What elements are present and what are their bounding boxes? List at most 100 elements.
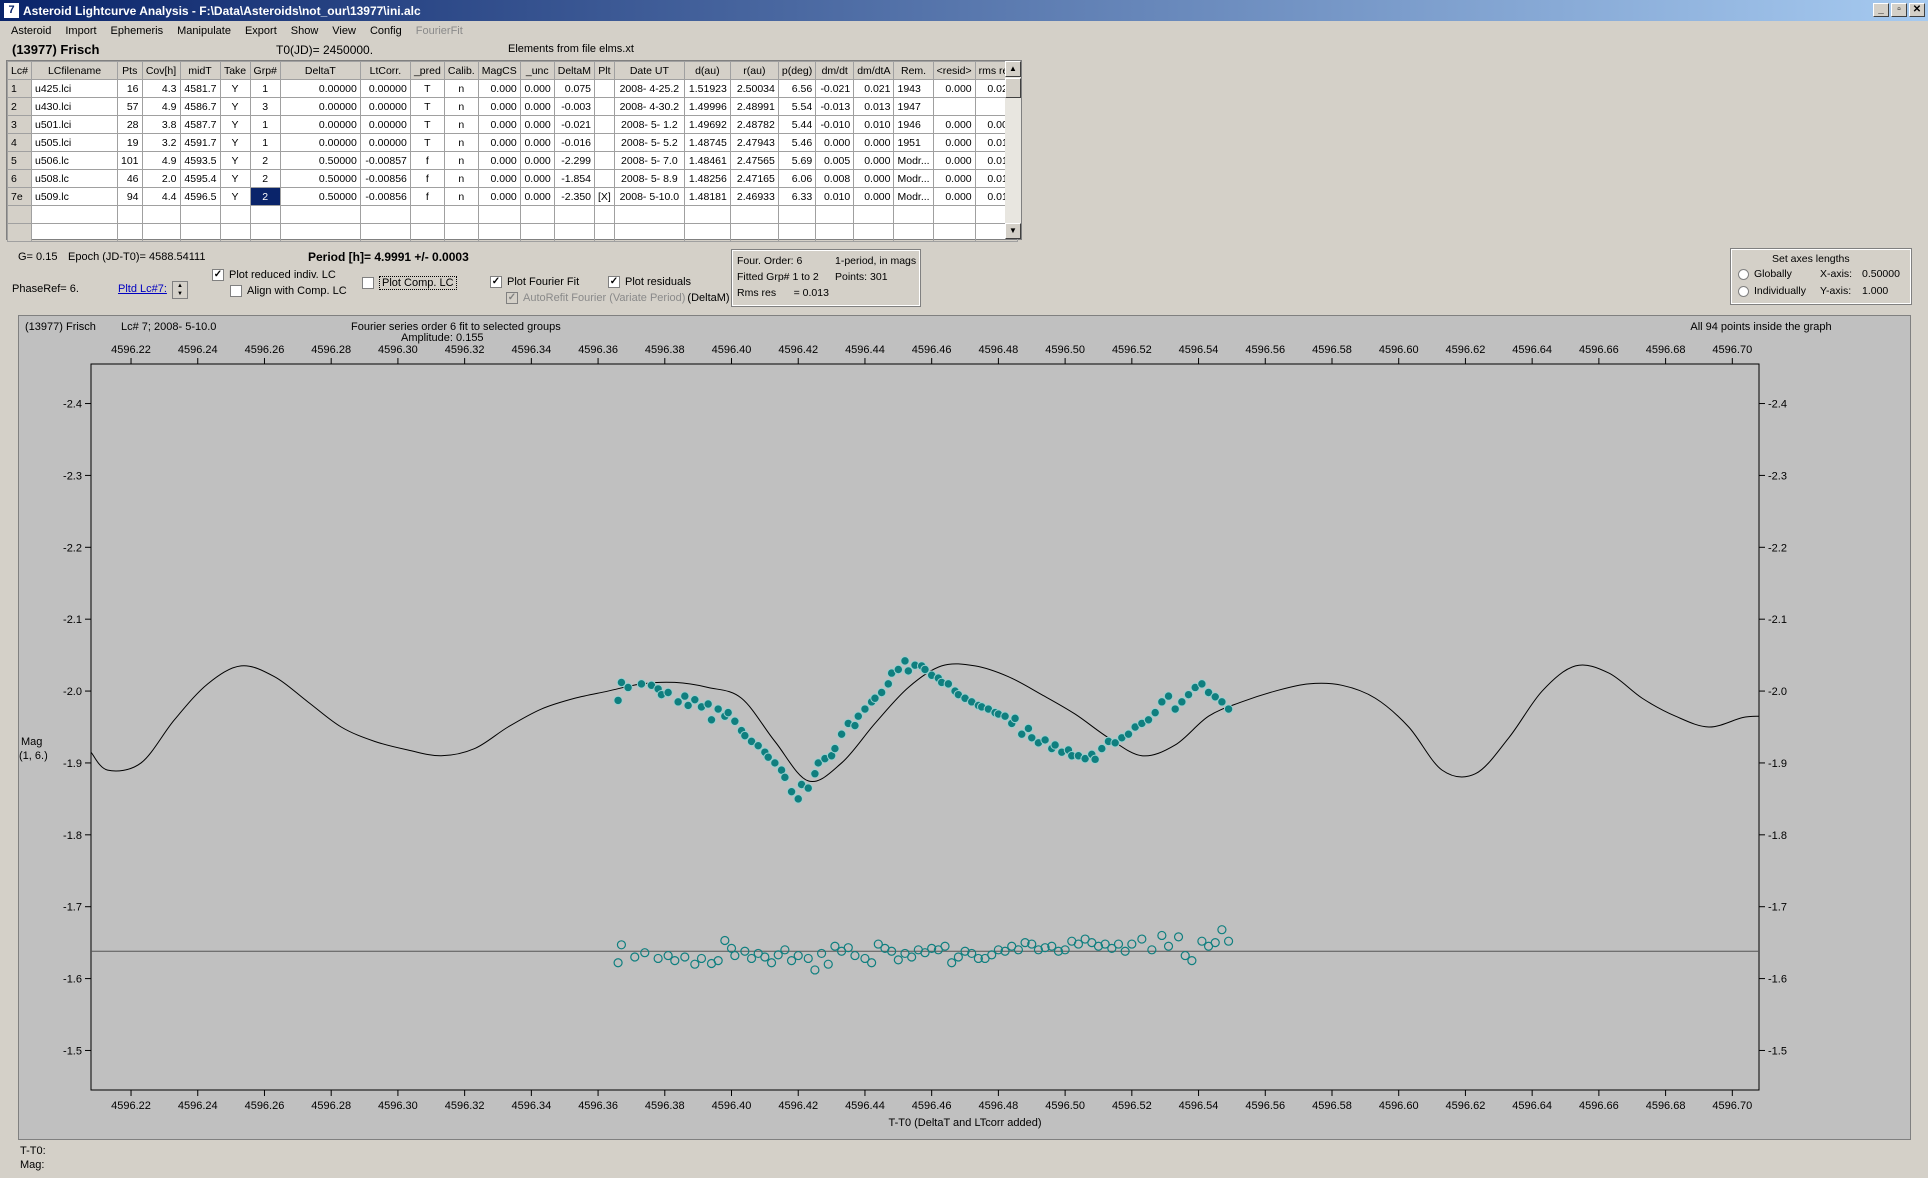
table-cell[interactable]: 0.000 [519,187,555,206]
table-cell[interactable]: 1.48745 [683,133,731,152]
table-cell[interactable] [7,205,32,224]
table-cell[interactable]: -0.00856 [359,187,411,206]
table-cell[interactable]: 5.69 [777,151,817,170]
table-cell[interactable]: 1.49996 [683,97,731,116]
checkbox-empty-icon[interactable] [230,285,242,297]
table-row-empty[interactable] [7,205,1018,224]
table-cell[interactable] [477,223,521,242]
table-cell[interactable]: 2.47565 [729,151,779,170]
column-header[interactable]: Grp# [249,61,281,80]
table-cell[interactable]: -0.021 [815,79,855,98]
table-cell[interactable]: n [443,151,479,170]
table-cell[interactable] [729,205,779,224]
table-cell[interactable]: 0.000 [932,169,976,188]
table-cell[interactable]: 2.47943 [729,133,779,152]
menu-item-config[interactable]: Config [363,25,409,37]
table-row[interactable]: 2 u430.lci 57 4.9 4586.7 Y 3 0.00000 0.00000 Tn 0.… [7,97,1018,116]
table-cell[interactable]: Y [219,97,251,116]
x-axis-value[interactable]: 0.50000 [1862,268,1900,280]
table-cell[interactable]: 5.54 [777,97,817,116]
table-cell[interactable] [31,223,118,242]
column-header[interactable]: _unc [519,61,555,80]
table-cell[interactable] [141,223,181,242]
column-header[interactable]: Lc# [7,61,32,80]
table-cell[interactable]: 19 [117,133,143,152]
table-cell[interactable] [179,205,221,224]
table-cell[interactable]: -2.299 [553,151,596,170]
menu-item-import[interactable]: Import [58,25,103,37]
column-header[interactable]: dm/dtA [853,61,895,80]
table-cell[interactable]: 4.9 [141,97,181,116]
table-cell[interactable]: 1946 [893,115,934,134]
table-cell[interactable]: n [443,133,479,152]
column-header[interactable]: Take [219,61,251,80]
individually-radio[interactable]: Individually [1738,285,1806,297]
table-cell[interactable] [815,223,855,242]
table-cell[interactable]: Y [219,133,251,152]
menu-item-show[interactable]: Show [284,25,326,37]
column-header[interactable]: r(au) [729,61,779,80]
table-cell[interactable]: u430.lci [31,97,118,116]
globally-radio[interactable]: Globally [1738,268,1792,280]
pltd-lc-text[interactable]: Pltd Lc#7: [118,283,167,295]
column-header[interactable]: MagCS [477,61,521,80]
table-cell[interactable]: T [409,115,445,134]
column-header[interactable]: _pred [409,61,445,80]
plot-comp-checkbox[interactable]: Plot Comp. LC [362,276,457,290]
table-cell[interactable]: 1951 [893,133,934,152]
table-cell[interactable]: u501.lci [31,115,118,134]
table-cell[interactable] [443,205,479,224]
table-cell[interactable] [853,205,895,224]
table-cell[interactable]: n [443,79,479,98]
restore-icon[interactable]: ▫ [1891,3,1907,17]
table-cell[interactable]: Y [219,151,251,170]
table-cell[interactable]: n [443,187,479,206]
table-cell[interactable] [219,205,251,224]
table-cell[interactable]: 0.000 [853,187,895,206]
table-cell[interactable]: Y [219,169,251,188]
table-cell[interactable]: 1.49692 [683,115,731,134]
table-cell[interactable]: 0.00000 [279,97,361,116]
table-cell[interactable]: 1 [249,115,281,134]
table-cell[interactable]: 0.50000 [279,169,361,188]
menu-item-ephemeris[interactable]: Ephemeris [104,25,171,37]
table-row-empty[interactable] [7,223,1018,242]
table-cell[interactable]: 4593.5 [179,151,221,170]
checkbox-checked-icon[interactable]: ✓ [212,269,224,281]
column-header[interactable]: p(deg) [777,61,817,80]
menu-item-export[interactable]: Export [238,25,284,37]
table-row[interactable]: 4 u505.lci 19 3.2 4591.7 Y 1 0.00000 0.00000 Tn 0.… [7,133,1018,152]
table-cell[interactable]: 2.48782 [729,115,779,134]
checkbox-checked-icon[interactable]: ✓ [490,276,502,288]
plot-fourier-checkbox[interactable]: ✓ Plot Fourier Fit [490,276,579,288]
table-cell[interactable]: T [409,133,445,152]
table-cell[interactable]: 2.48991 [729,97,779,116]
table-cell[interactable] [594,79,615,98]
table-cell[interactable]: 0.000 [932,115,976,134]
table-cell[interactable]: 28 [117,115,143,134]
table-cell[interactable]: Y [219,115,251,134]
table-cell[interactable]: u425.lci [31,79,118,98]
lightcurve-table[interactable]: Lc# LCfilename Pts Cov[h] midT Take Grp# DeltaT… [6,60,1022,242]
table-row[interactable]: 1 u425.lci 16 4.3 4581.7 Y 1 0.00000 0.00000 Tn 0.… [7,79,1018,98]
table-cell[interactable]: 0.00000 [359,79,411,98]
table-cell[interactable]: 2.50034 [729,79,779,98]
table-cell[interactable]: 1 [249,133,281,152]
checkbox-checked-icon[interactable]: ✓ [608,276,620,288]
table-cell[interactable]: -0.016 [553,133,596,152]
table-cell[interactable]: 6.33 [777,187,817,206]
table-cell[interactable]: u506.lc [31,151,118,170]
table-cell[interactable]: 0.00000 [279,133,361,152]
table-cell[interactable] [932,223,976,242]
row-header[interactable]: 6 [7,169,32,188]
table-cell[interactable] [729,223,779,242]
table-cell[interactable]: 0.008 [815,169,855,188]
table-cell[interactable]: 2008- 5- 5.2 [613,133,685,152]
table-cell[interactable]: 0.000 [853,151,895,170]
table-cell[interactable]: 94 [117,187,143,206]
menu-item-manipulate[interactable]: Manipulate [170,25,238,37]
table-scrollbar[interactable]: ▲ ▼ [1005,61,1021,239]
table-cell[interactable]: 0.00000 [359,97,411,116]
table-cell[interactable]: 0.010 [853,115,895,134]
table-cell[interactable]: 5.46 [777,133,817,152]
